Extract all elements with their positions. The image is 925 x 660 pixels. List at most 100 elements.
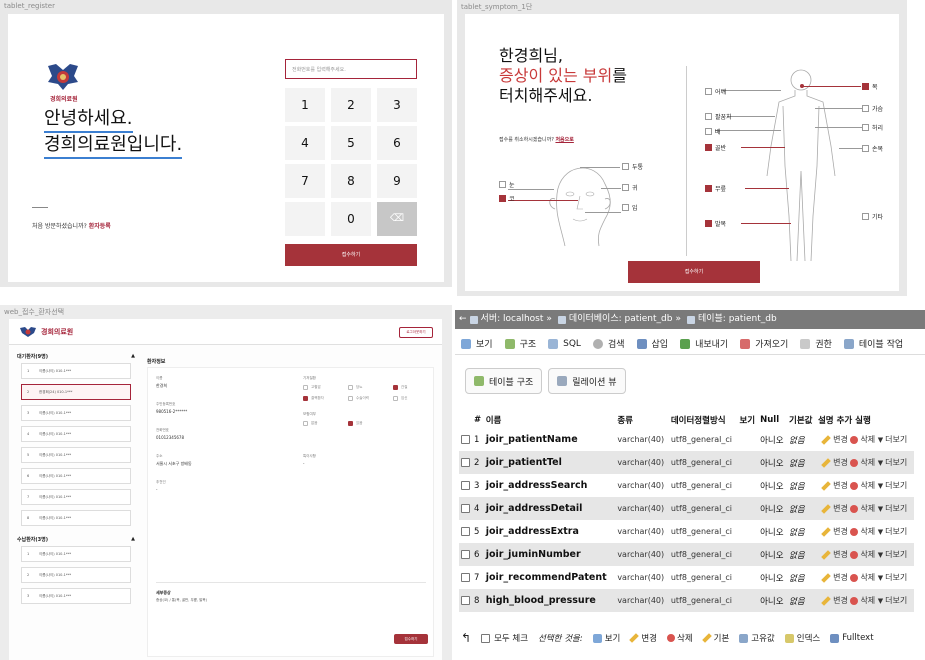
symptom-checkbox[interactable]: 발목 [705,219,726,228]
patient-list-item[interactable]: 5 이름(나이) 010-1*** [21,447,131,463]
delete-button[interactable]: 삭제 [850,481,875,490]
row-checkbox[interactable] [461,503,470,513]
patient-list-item[interactable]: 3 이름(나이) 010-1*** [21,588,131,604]
register-link[interactable]: 환자등록 [89,223,111,230]
breadcrumb-server[interactable]: 서버: localhost [481,310,544,329]
row-checkbox[interactable] [461,572,470,582]
symptom-checkbox[interactable]: 어깨 [705,87,726,96]
more-button[interactable]: ▼ 더보기 [878,596,907,605]
symptom-checkbox[interactable]: 가슴 [862,104,883,113]
key-3[interactable]: 3 [377,88,417,122]
patient-list-item[interactable]: 7 이름(나이) 010-1*** [21,489,131,505]
edit-button[interactable]: 변경 [821,595,848,606]
patient-list-item-selected[interactable]: 2 한경희(24) 010-1*** [21,384,131,400]
bulk-delete-button[interactable]: 삭제 [667,632,693,644]
insurance-checkbox[interactable]: 없음 [303,421,317,426]
back-arrow-icon[interactable]: ← [459,310,467,329]
history-checkbox[interactable]: 고혈압 [303,385,321,390]
symptom-checkbox[interactable]: 손목 [862,144,883,153]
symptom-checkbox[interactable]: 골반 [705,143,726,152]
more-button[interactable]: ▼ 더보기 [878,481,907,490]
patient-list-item[interactable]: 1 이름(나이) 010-1*** [21,363,131,379]
logout-button[interactable]: 로그아웃하기 [399,327,433,338]
submit-button[interactable]: 접수하기 [628,261,760,283]
history-checkbox[interactable]: 당뇨 [348,385,362,390]
row-checkbox[interactable] [461,457,470,467]
menu-search[interactable]: 검색 [592,337,625,350]
row-checkbox[interactable] [461,595,470,605]
patient-list-item[interactable]: 3 이름(나이) 010-1*** [21,405,131,421]
history-checkbox[interactable]: 수술이력 [348,396,369,401]
history-checkbox[interactable]: 간질 [393,385,407,390]
symptom-checkbox[interactable]: 입 [622,203,638,212]
column-name[interactable]: joir_addressExtra [484,520,616,543]
more-button[interactable]: ▼ 더보기 [878,527,907,536]
column-header[interactable]: Null [758,411,787,428]
more-button[interactable]: ▼ 더보기 [878,435,907,444]
edit-button[interactable]: 변경 [821,434,848,445]
column-header[interactable]: 종류 [615,411,669,428]
column-header[interactable]: 기본값 [787,411,816,428]
patient-list-item[interactable]: 2 이름(나이) 010-1*** [21,567,131,583]
column-name[interactable]: joir_recommendPatent [484,566,616,589]
column-header[interactable]: 이름 [484,411,616,428]
key-9[interactable]: 9 [377,164,417,198]
table-row[interactable]: 7 joir_recommendPatent varchar(40) utf8_gen… [459,566,914,589]
delete-button[interactable]: 삭제 [850,504,875,513]
table-row[interactable]: 6 joir_juminNumber varchar(40) utf8_general… [459,543,914,566]
edit-button[interactable]: 변경 [821,526,848,537]
delete-button[interactable]: 삭제 [850,458,875,467]
phone-input[interactable]: 전화번호를 입력해주세요. [285,59,417,79]
key-6[interactable]: 6 [377,126,417,160]
bulk-index-button[interactable]: 인덱스 [784,632,820,644]
column-name[interactable]: joir_patientName [484,428,616,451]
logo[interactable]: 경희의료원 [19,326,73,338]
tab-table-structure[interactable]: 테이블 구조 [465,368,543,394]
column-header[interactable]: 보기 [737,411,758,428]
menu-sql[interactable]: SQL [548,338,581,349]
column-name[interactable]: joir_addressDetail [483,497,616,520]
row-checkbox[interactable] [461,549,470,559]
delete-button[interactable]: 삭제 [850,435,875,444]
table-row[interactable]: 5 joir_addressExtra varchar(40) utf8_genera… [459,520,914,543]
key-2[interactable]: 2 [331,88,371,122]
row-checkbox[interactable] [461,526,470,536]
menu-view[interactable]: 보기 [461,337,493,350]
restart-link[interactable]: 처음으로 [555,137,573,143]
breadcrumb-table[interactable]: 테이블: patient_db [698,310,777,329]
table-row[interactable]: 2 joir_patientTel varchar(40) utf8_general_… [459,451,914,474]
key-0[interactable]: 0 [331,202,371,236]
symptom-checkbox[interactable]: 배 [705,127,721,136]
menu-structure[interactable]: 구조 [504,337,536,350]
delete-button[interactable]: 삭제 [850,573,875,582]
delete-button[interactable]: 삭제 [850,550,875,559]
bulk-primary-button[interactable]: 기본 [701,632,729,644]
menu-privileges[interactable]: 권한 [800,337,832,350]
submit-button[interactable]: 접수하기 [285,244,417,266]
edit-button[interactable]: 변경 [821,457,848,468]
symptom-checkbox[interactable]: 목 [862,82,878,91]
edit-button[interactable]: 변경 [821,480,848,491]
column-header[interactable]: 설명 [818,416,834,426]
patient-list-item[interactable]: 1 이름(나이) 010-1*** [21,546,131,562]
row-checkbox[interactable] [461,434,470,444]
history-checkbox[interactable]: 임신 [393,396,407,401]
menu-import[interactable]: 가져오기 [740,337,788,350]
bulk-unique-button[interactable]: 고유값 [739,632,775,644]
key-4[interactable]: 4 [285,126,325,160]
key-8[interactable]: 8 [331,164,371,198]
edit-button[interactable]: 변경 [821,572,848,583]
symptom-checkbox[interactable]: 허리 [862,123,883,132]
column-header[interactable]: 데이터정렬방식 [669,411,738,428]
key-5[interactable]: 5 [331,126,371,160]
menu-export[interactable]: 내보내기 [680,337,728,350]
table-row[interactable]: 8 high_blood_pressure varchar(40) utf8_gene… [459,589,914,612]
key-1[interactable]: 1 [285,88,325,122]
symptom-checkbox[interactable]: 눈 [499,180,515,189]
tab-relation-view[interactable]: 릴레이션 뷰 [548,368,626,394]
bulk-fulltext-button[interactable]: Fulltext [830,633,874,643]
edit-button[interactable]: 변경 [821,549,848,560]
backspace-icon[interactable]: ⌫ [377,202,417,236]
table-row[interactable]: 4 joir_addressDetail varchar(40) utf8_gener… [459,497,914,520]
column-header[interactable]: 추가 [837,416,853,426]
